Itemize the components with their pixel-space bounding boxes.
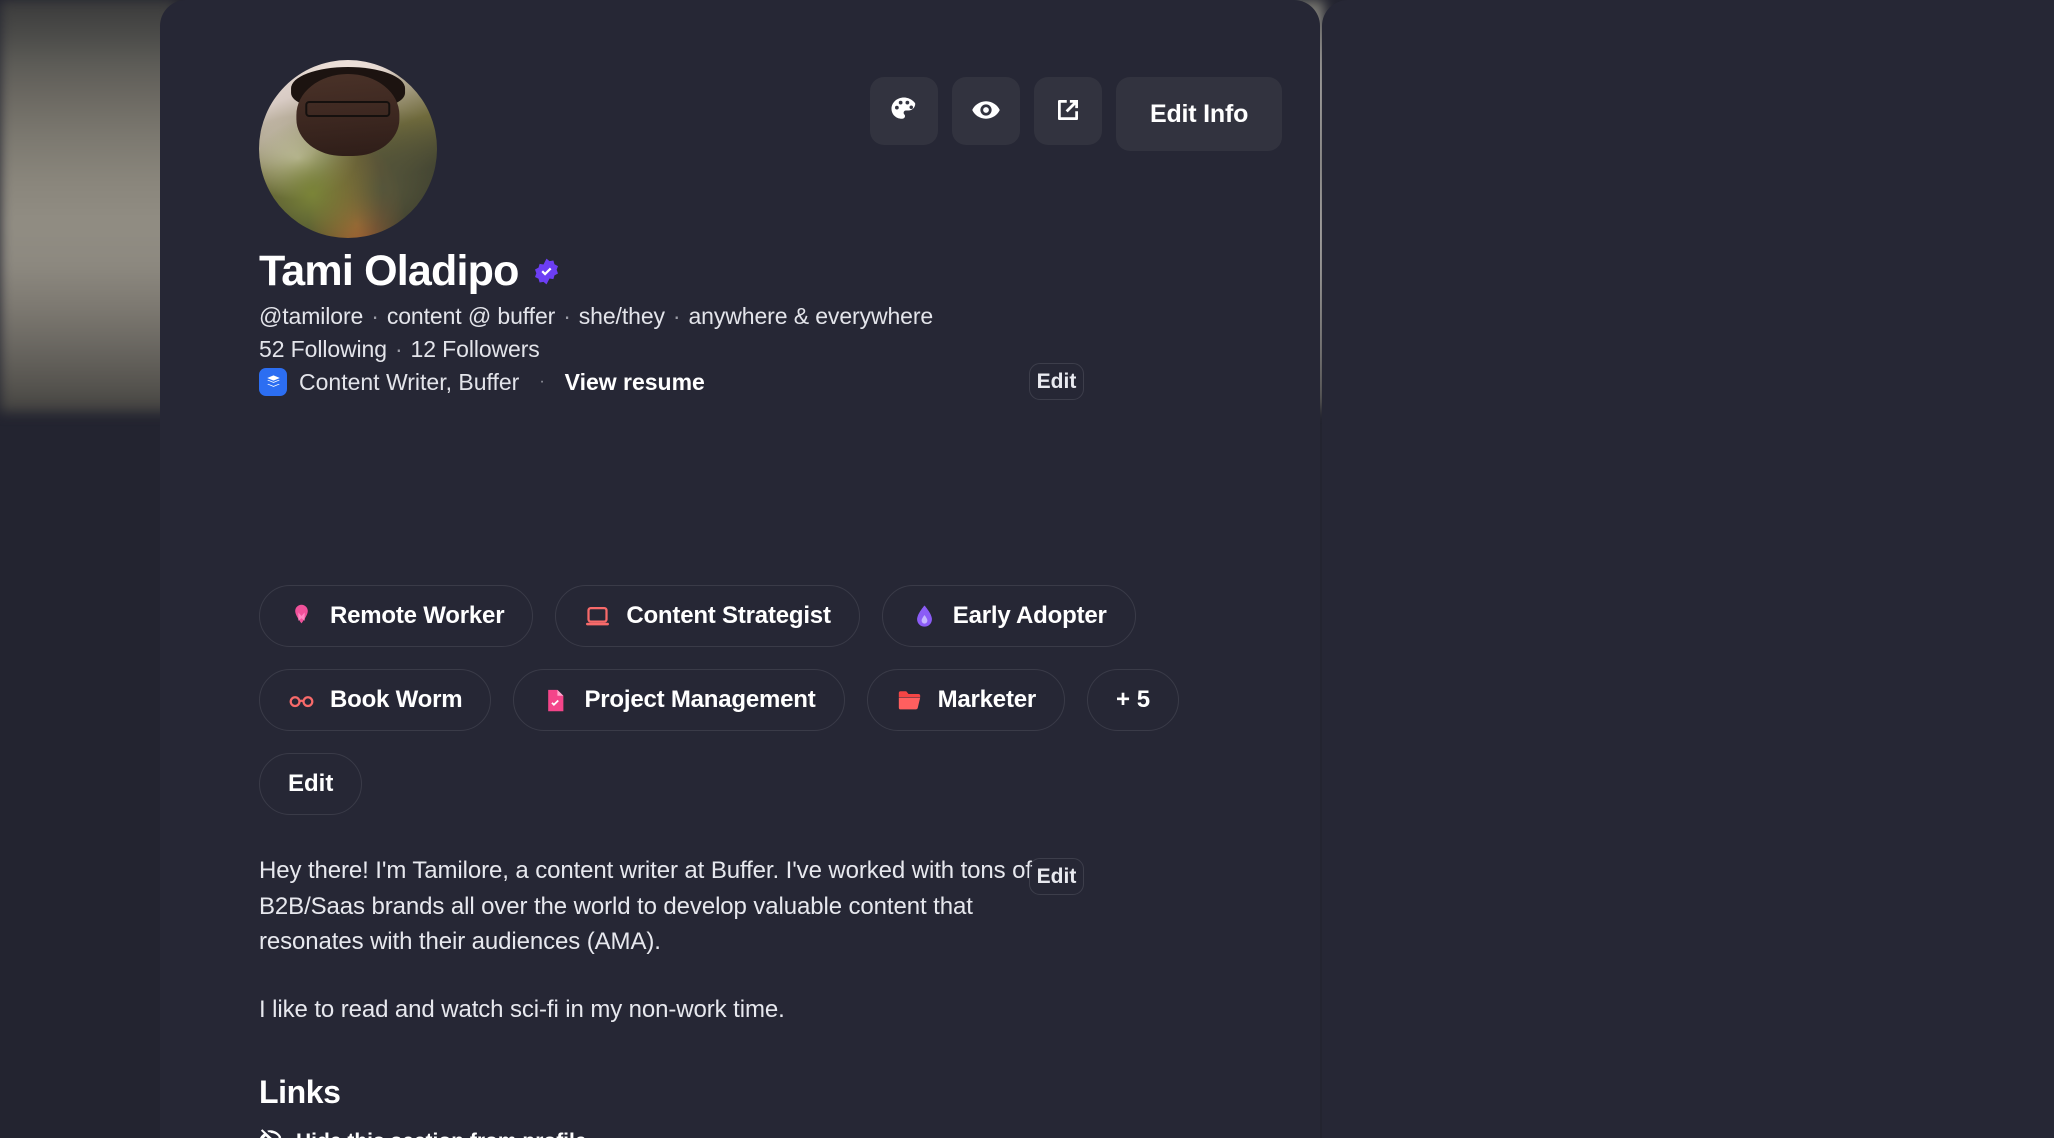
hide-section-label: Hide this section from profile (296, 1130, 587, 1138)
separator: · (387, 336, 411, 362)
map-pin-icon (288, 603, 315, 630)
profile-name-row: Tami Oladipo (259, 247, 561, 296)
palette-icon (889, 95, 919, 128)
preview-button[interactable] (952, 77, 1020, 145)
separator: · (363, 303, 387, 329)
profile-role-text: Content Writer, Buffer (299, 369, 519, 396)
tag-label: Content Strategist (626, 602, 830, 630)
profile-bio: Hey there! I'm Tamilore, a content write… (259, 853, 1034, 1027)
profile-meta-line-1: @tamilore·content @ buffer·she/they·anyw… (259, 303, 933, 330)
buffer-logo-icon (259, 368, 287, 396)
edit-role-button[interactable]: Edit (1029, 363, 1084, 400)
separator: · (555, 303, 579, 329)
share-button[interactable] (1034, 77, 1102, 145)
profile-location: anywhere & everywhere (688, 303, 933, 329)
profile-page: Edit Info Tami Oladipo @tamilore·content… (0, 0, 2054, 1138)
profile-card: Edit Info Tami Oladipo @tamilore·content… (160, 0, 1320, 1138)
tag-content-strategist[interactable]: Content Strategist (555, 585, 859, 647)
eye-off-icon (259, 1127, 283, 1138)
more-tags-button[interactable]: + 5 (1087, 669, 1179, 731)
page-title: Tami Oladipo (259, 247, 519, 296)
task-file-icon (542, 687, 569, 714)
tag-project-management[interactable]: Project Management (513, 669, 844, 731)
profile-handle: @tamilore (259, 303, 363, 329)
profile-tags: Remote Worker Content Strategist Early A… (259, 585, 1259, 815)
edit-bio-button[interactable]: Edit (1029, 858, 1084, 895)
flame-icon (911, 603, 938, 630)
tag-remote-worker[interactable]: Remote Worker (259, 585, 533, 647)
profile-pronouns: she/they (579, 303, 665, 329)
bio-paragraph: I like to read and watch sci-fi in my no… (259, 992, 1034, 1028)
tag-book-worm[interactable]: Book Worm (259, 669, 491, 731)
tag-early-adopter[interactable]: Early Adopter (882, 585, 1136, 647)
avatar[interactable] (259, 60, 437, 238)
palette-button[interactable] (870, 77, 938, 145)
tag-label: Project Management (584, 686, 815, 714)
tag-label: Book Worm (330, 686, 462, 714)
separator: · (531, 373, 552, 391)
edit-info-button[interactable]: Edit Info (1116, 77, 1282, 151)
edit-tags-button[interactable]: Edit (259, 753, 362, 815)
followers-count[interactable]: 12 Followers (411, 336, 540, 362)
who-to-follow-panel: Who to follow Only visible to you More (1322, 0, 2054, 1138)
tag-marketer[interactable]: Marketer (867, 669, 1065, 731)
following-count[interactable]: 52 Following (259, 336, 387, 362)
view-resume-link[interactable]: View resume (565, 369, 705, 396)
tag-label: Marketer (938, 686, 1036, 714)
glasses-icon (288, 687, 315, 714)
eye-icon (971, 95, 1001, 128)
avatar-detail (305, 101, 390, 117)
external-link-icon (1053, 95, 1083, 128)
verified-badge-icon (532, 257, 561, 286)
folder-icon (896, 687, 923, 714)
links-section-title: Links (259, 1074, 341, 1111)
profile-action-bar: Edit Info (870, 77, 1282, 151)
background-image-left (0, 0, 176, 412)
tag-label: Remote Worker (330, 602, 504, 630)
laptop-icon (584, 603, 611, 630)
profile-meta-line-2: 52 Following·12 Followers (259, 336, 540, 363)
bio-paragraph: Hey there! I'm Tamilore, a content write… (259, 853, 1034, 960)
hide-section-toggle[interactable]: Hide this section from profile (259, 1127, 587, 1138)
separator: · (665, 303, 689, 329)
profile-role-row: Content Writer, Buffer · View resume (259, 368, 705, 396)
profile-tagline: content @ buffer (387, 303, 555, 329)
tag-label: Early Adopter (953, 602, 1107, 630)
